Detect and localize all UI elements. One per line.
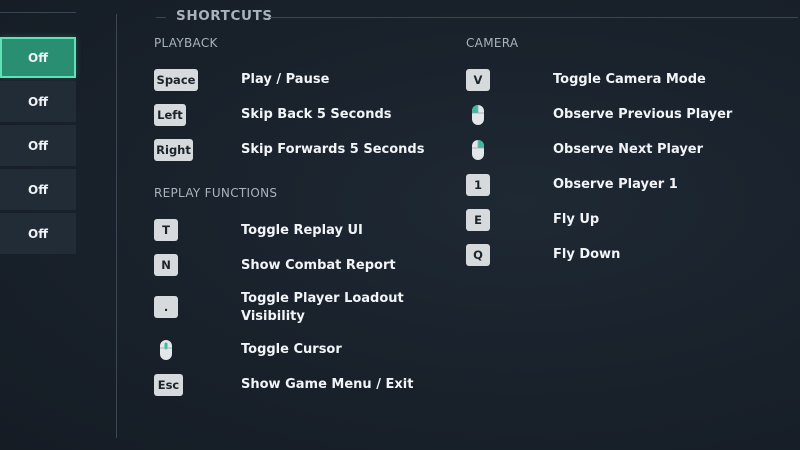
toggle-5[interactable]: Off: [0, 213, 76, 254]
replay-settings-screen: Off Off Off Off Off SHORTCUTS PLAYBACK S…: [0, 0, 800, 450]
top-divider: [0, 12, 76, 13]
header-rule-right: [270, 17, 798, 18]
shortcut-label: Observe Player 1: [553, 177, 678, 192]
camera-section-title: CAMERA: [466, 36, 519, 50]
shortcuts-title: SHORTCUTS: [176, 8, 273, 24]
header-rule-left: [156, 17, 166, 18]
toggle-4[interactable]: Off: [0, 169, 76, 210]
key-n: N: [154, 254, 178, 276]
shortcut-label-line2: Visibility: [241, 309, 305, 324]
mouse-right-icon: [467, 138, 489, 162]
key-period: .: [154, 296, 178, 318]
toggle-3[interactable]: Off: [0, 125, 76, 166]
key-t: T: [154, 219, 178, 241]
shortcut-label: Observe Next Player: [553, 142, 704, 157]
key-v: V: [466, 69, 490, 91]
mouse-middle-icon: [155, 338, 177, 362]
shortcut-label: Fly Down: [553, 247, 621, 262]
key-e: E: [466, 209, 490, 231]
shortcut-label-line1: Toggle Player Loadout: [241, 291, 404, 306]
toggle-1[interactable]: Off: [0, 37, 76, 78]
key-right: Right: [154, 139, 193, 161]
shortcut-label: Observe Previous Player: [553, 107, 733, 122]
shortcut-label: Fly Up: [553, 212, 600, 227]
toggle-column: Off Off Off Off Off: [0, 0, 78, 450]
key-esc: Esc: [154, 374, 183, 396]
toggle-2[interactable]: Off: [0, 81, 76, 122]
shortcut-label: Show Game Menu / Exit: [241, 377, 414, 392]
playback-section-title: PLAYBACK: [154, 36, 218, 50]
mouse-left-icon: [467, 103, 489, 127]
replay-functions-section-title: REPLAY FUNCTIONS: [154, 186, 278, 200]
shortcut-label: Toggle Camera Mode: [553, 72, 706, 87]
shortcut-label: Toggle Replay UI: [241, 223, 363, 238]
shortcut-label: Toggle Cursor: [241, 342, 342, 357]
shortcut-label: Play / Pause: [241, 72, 330, 87]
key-space: Space: [154, 69, 198, 91]
shortcut-label: Skip Back 5 Seconds: [241, 107, 392, 122]
shortcut-label: Show Combat Report: [241, 258, 396, 273]
key-q: Q: [466, 244, 490, 266]
vertical-divider: [116, 14, 117, 438]
shortcut-label: Skip Forwards 5 Seconds: [241, 142, 425, 157]
key-1: 1: [466, 174, 490, 196]
key-left: Left: [154, 104, 186, 126]
